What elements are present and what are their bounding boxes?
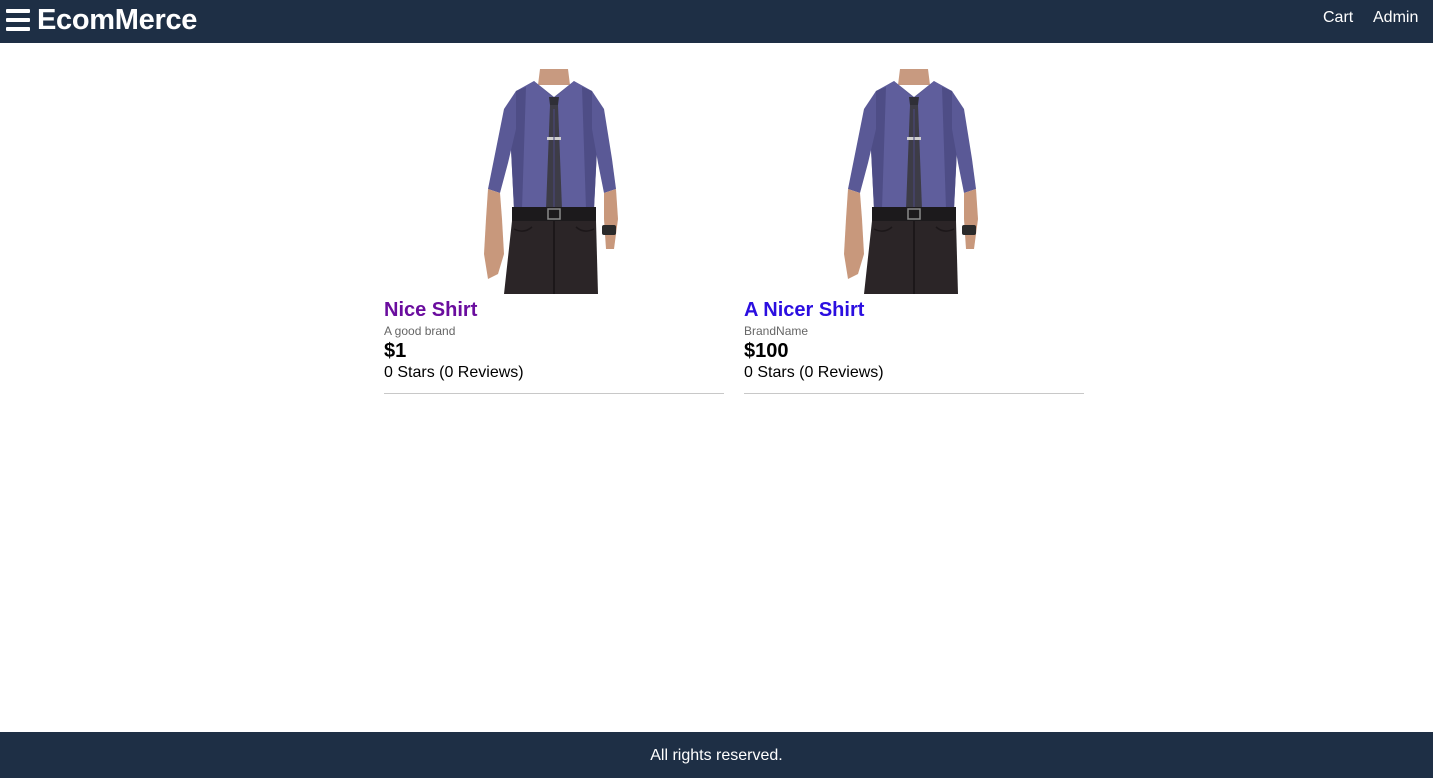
nav-link-cart[interactable]: Cart	[1323, 8, 1353, 28]
product-image[interactable]	[474, 69, 634, 294]
product-brand: A good brand	[384, 324, 456, 338]
product-rating: 0 Stars (0 Reviews)	[744, 363, 1084, 394]
hamburger-menu-icon[interactable]	[6, 9, 30, 31]
product-card: A Nicer Shirt BrandName $100 0 Stars (0 …	[744, 69, 1084, 394]
product-name-link[interactable]: Nice Shirt	[384, 298, 724, 322]
top-navbar: EcomMerce Cart Admin	[0, 0, 1433, 43]
brand-logo-link[interactable]: EcomMerce	[37, 3, 197, 37]
nav-link-admin[interactable]: Admin	[1373, 8, 1418, 28]
product-rating: 0 Stars (0 Reviews)	[384, 363, 724, 394]
product-brand: BrandName	[744, 324, 809, 338]
product-image[interactable]	[834, 69, 994, 294]
product-card: Nice Shirt A good brand $1 0 Stars (0 Re…	[384, 69, 724, 394]
footer: All rights reserved.	[0, 732, 1433, 778]
product-name-link[interactable]: A Nicer Shirt	[744, 298, 1084, 322]
footer-text: All rights reserved.	[650, 747, 783, 764]
product-price: $100	[744, 340, 789, 362]
product-price: $1	[384, 340, 407, 362]
